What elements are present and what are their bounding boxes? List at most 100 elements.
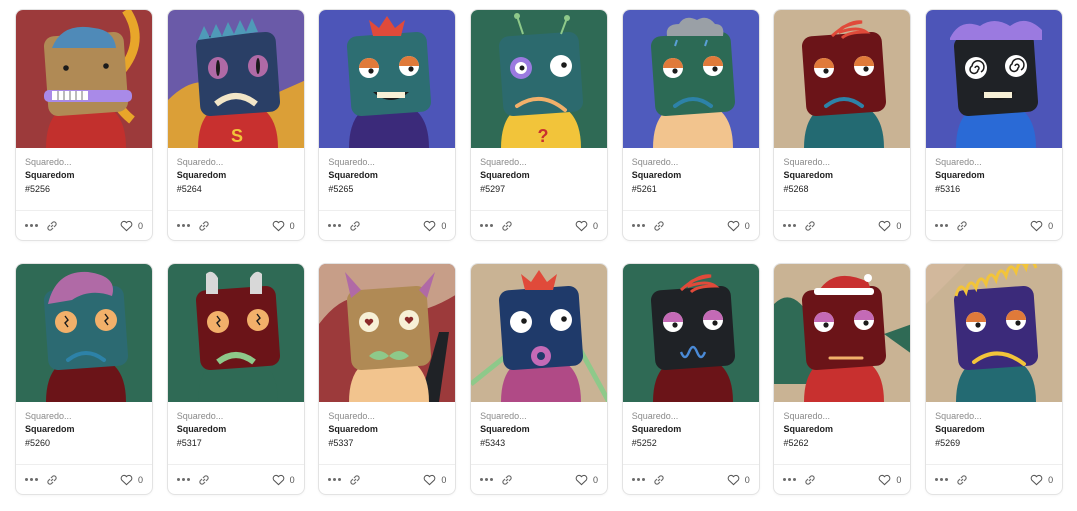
- nft-image[interactable]: [167, 264, 305, 402]
- more-options-icon[interactable]: [25, 224, 38, 227]
- item-name: Squaredom: [783, 170, 833, 180]
- nft-image[interactable]: [622, 264, 760, 402]
- more-options-icon[interactable]: [631, 478, 645, 481]
- link-icon[interactable]: [956, 220, 968, 232]
- nft-card[interactable]: Squaredo... Squaredom #5268 0: [773, 9, 912, 241]
- token-id: #5256: [25, 184, 51, 194]
- nft-card[interactable]: Squaredo... Squaredom #5337 0: [318, 263, 457, 495]
- nft-image[interactable]: [319, 264, 456, 402]
- like-button[interactable]: 0: [727, 474, 750, 486]
- nft-card[interactable]: Squaredo... Squaredom #5343 0: [470, 263, 609, 495]
- nft-card[interactable]: Squaredo... Squaredom #5317 0: [166, 263, 305, 495]
- nft-card[interactable]: Squaredo... Squaredom #5256 0: [15, 9, 153, 241]
- heart-icon: [424, 220, 436, 231]
- link-icon[interactable]: [653, 474, 665, 486]
- like-button[interactable]: 0: [878, 220, 901, 232]
- more-options-icon[interactable]: [480, 478, 494, 481]
- more-options-icon[interactable]: [176, 224, 190, 227]
- nft-card[interactable]: Squaredo... Squaredom #5261 0: [621, 9, 760, 241]
- item-name: Squaredom: [176, 170, 227, 180]
- item-name: Squaredom: [25, 424, 75, 434]
- like-button[interactable]: 0: [272, 220, 295, 232]
- link-icon[interactable]: [46, 220, 58, 232]
- link-icon[interactable]: [46, 474, 58, 486]
- more-options-icon[interactable]: [783, 224, 797, 227]
- link-icon[interactable]: [804, 474, 816, 486]
- like-count: 0: [441, 474, 447, 485]
- nft-image[interactable]: [926, 264, 1063, 402]
- more-options-icon[interactable]: [176, 478, 190, 481]
- link-icon[interactable]: [804, 220, 816, 232]
- heart-icon: [727, 220, 740, 231]
- more-options-icon[interactable]: [25, 478, 38, 481]
- link-icon[interactable]: [198, 220, 210, 232]
- nft-image[interactable]: [622, 10, 760, 148]
- link-icon[interactable]: [653, 220, 665, 232]
- collection-name[interactable]: Squaredo...: [25, 410, 143, 423]
- more-options-icon[interactable]: [935, 478, 949, 481]
- token-id: #5269: [935, 438, 961, 448]
- token-id: #5297: [480, 184, 506, 194]
- like-button[interactable]: 0: [727, 220, 750, 232]
- link-icon[interactable]: [349, 474, 361, 486]
- collection-name[interactable]: Squaredo...: [480, 156, 598, 169]
- heart-icon: [879, 220, 891, 231]
- collection-name[interactable]: Squaredo...: [783, 410, 901, 423]
- nft-card[interactable]: Squaredo... Squaredom #5265 0: [318, 9, 457, 241]
- card-info: Squaredo... Squaredom #5343: [471, 402, 607, 458]
- collection-name[interactable]: Squaredo...: [480, 410, 598, 423]
- nft-card[interactable]: ? Squaredo... Squaredom #5297 0: [470, 9, 609, 241]
- nft-image[interactable]: [16, 264, 153, 402]
- collection-name[interactable]: Squaredo...: [632, 156, 750, 169]
- collection-name[interactable]: Squaredo...: [935, 410, 1053, 423]
- collection-name[interactable]: Squaredo...: [935, 156, 1053, 169]
- more-options-icon[interactable]: [935, 224, 949, 227]
- collection-name[interactable]: Squaredo...: [328, 410, 446, 423]
- collection-name[interactable]: Squaredo...: [783, 156, 901, 169]
- nft-image[interactable]: [319, 10, 456, 148]
- nft-image[interactable]: [16, 10, 153, 148]
- nft-card[interactable]: Squaredo... Squaredom #5316 0: [925, 9, 1064, 241]
- like-button[interactable]: 0: [272, 474, 295, 486]
- heart-icon: [272, 220, 284, 231]
- link-icon[interactable]: [501, 474, 513, 486]
- nft-image[interactable]: [471, 264, 608, 402]
- collection-name[interactable]: Squaredo...: [328, 156, 446, 169]
- nft-card[interactable]: Squaredo... Squaredom #5262 0: [773, 263, 912, 495]
- more-options-icon[interactable]: [631, 224, 645, 227]
- nft-card[interactable]: Squaredo... Squaredom #5269 0: [925, 263, 1064, 495]
- link-icon[interactable]: [501, 220, 513, 232]
- like-button[interactable]: 0: [120, 220, 143, 232]
- like-button[interactable]: 0: [575, 474, 598, 486]
- card-footer: 0: [926, 464, 1063, 494]
- nft-card[interactable]: Squaredo... Squaredom #5252 0: [621, 263, 760, 495]
- nft-card[interactable]: S Squaredo... Squaredom #5264 0: [166, 9, 305, 241]
- link-icon[interactable]: [956, 474, 968, 486]
- nft-image[interactable]: [774, 10, 911, 148]
- collection-name[interactable]: Squaredo...: [632, 410, 750, 423]
- like-button[interactable]: 0: [423, 474, 446, 486]
- collection-name[interactable]: Squaredo...: [177, 156, 295, 169]
- link-icon[interactable]: [198, 474, 210, 486]
- more-options-icon[interactable]: [328, 224, 342, 227]
- nft-image[interactable]: [774, 264, 911, 402]
- nft-image[interactable]: S: [167, 10, 305, 148]
- token-id: #5260: [25, 438, 51, 448]
- like-button[interactable]: 0: [878, 474, 901, 486]
- card-footer: 0: [471, 210, 608, 240]
- like-button[interactable]: 0: [1030, 220, 1053, 232]
- item-name: Squaredom: [25, 170, 75, 180]
- like-button[interactable]: 0: [423, 220, 446, 232]
- collection-name[interactable]: Squaredo...: [177, 410, 295, 423]
- more-options-icon[interactable]: [783, 478, 797, 481]
- like-button[interactable]: 0: [120, 474, 143, 486]
- more-options-icon[interactable]: [328, 478, 342, 481]
- nft-image[interactable]: ?: [471, 10, 608, 148]
- like-button[interactable]: 0: [575, 220, 598, 232]
- more-options-icon[interactable]: [480, 224, 494, 227]
- nft-card[interactable]: Squaredo... Squaredom #5260 0: [15, 263, 153, 495]
- like-button[interactable]: 0: [1030, 474, 1053, 486]
- nft-image[interactable]: [926, 10, 1063, 148]
- collection-name[interactable]: Squaredo...: [25, 156, 143, 169]
- link-icon[interactable]: [349, 220, 361, 232]
